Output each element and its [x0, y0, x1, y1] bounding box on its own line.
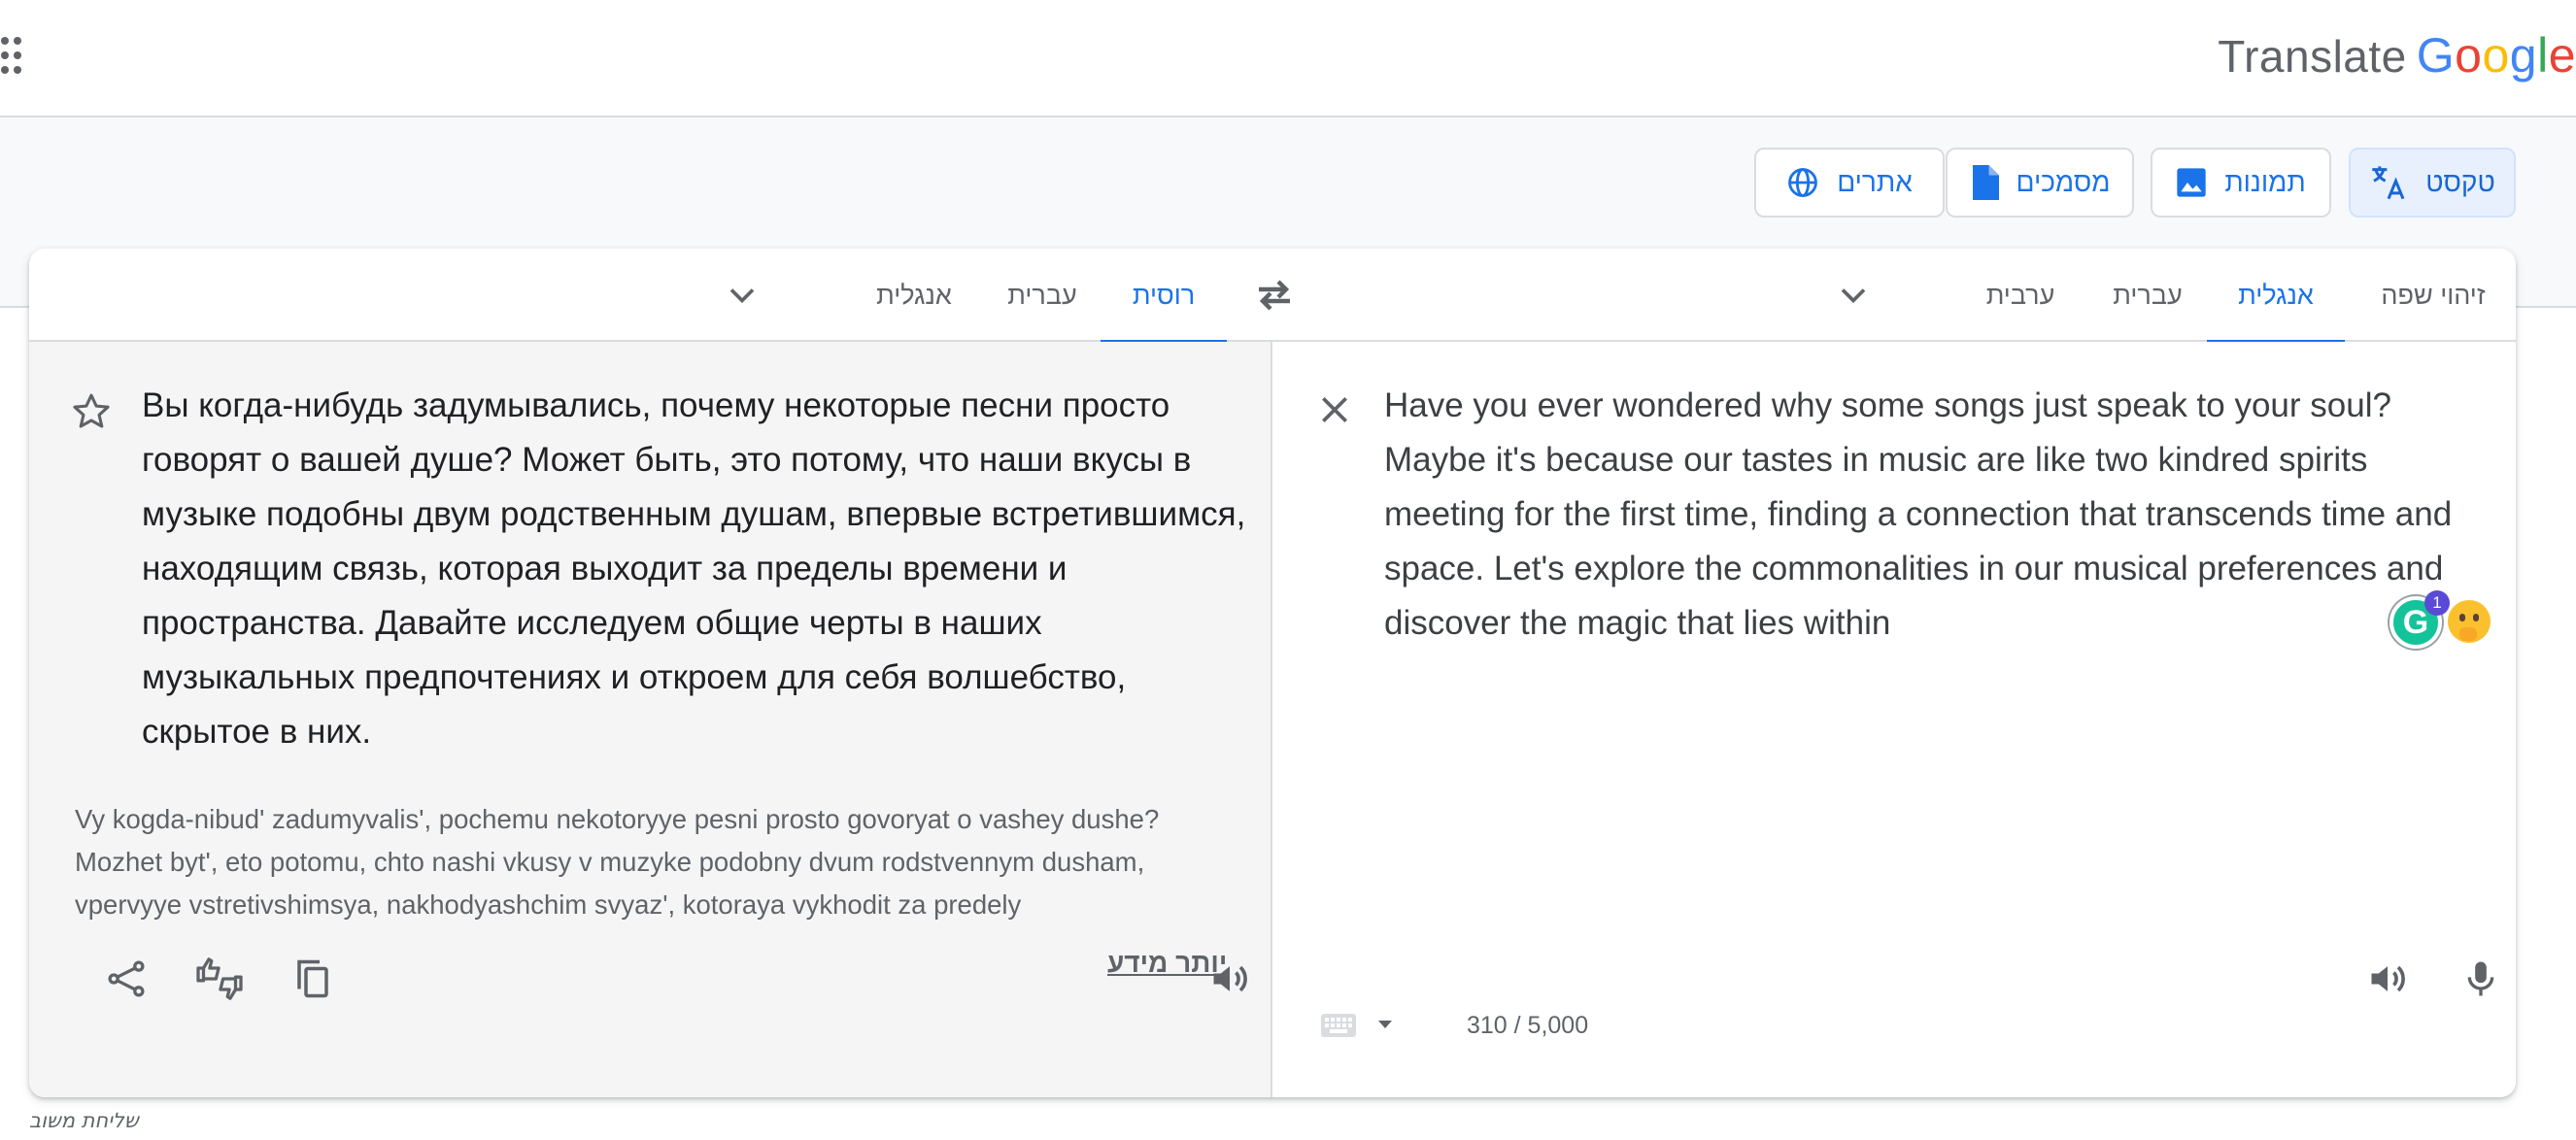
- document-icon: [1972, 165, 1999, 200]
- source-tab-hebrew[interactable]: עברית: [2094, 249, 2201, 342]
- target-more-languages-chevron-icon[interactable]: [721, 274, 763, 317]
- thumbs-up-down-icon: [196, 957, 243, 1000]
- target-tab-english[interactable]: אנגלית: [855, 249, 973, 342]
- text-mode-button[interactable]: טקסט: [2349, 148, 2516, 218]
- character-counter: 310 / 5,000: [1467, 1012, 1589, 1039]
- listen-source-button[interactable]: [2362, 954, 2413, 1004]
- images-mode-label: תמונות: [2224, 167, 2306, 197]
- target-tab-hebrew[interactable]: עברית: [991, 249, 1094, 342]
- source-pane: Have you ever wondered why some songs ju…: [1272, 342, 2516, 1097]
- language-bar: אנגלית עברית רוסית ערבית עברית אנגלית זי…: [29, 249, 2516, 344]
- star-save-icon[interactable]: [70, 390, 113, 433]
- images-mode-button[interactable]: תמונות: [2151, 148, 2331, 218]
- documents-mode-label: מסמכים: [2016, 167, 2111, 197]
- grammarly-suggestion-badge: 1: [2424, 590, 2450, 616]
- share-icon: [108, 960, 145, 997]
- transliteration-text: Vy kogda-nibud' zadumyvalis', pochemu ne…: [75, 804, 1160, 920]
- translation-card: אנגלית עברית רוסית ערבית עברית אנגלית זי…: [29, 249, 2516, 1097]
- copy-icon: [297, 959, 328, 998]
- translation-output: Вы когда-нибудь задумывались, почему нек…: [142, 386, 1246, 751]
- share-button[interactable]: [101, 954, 152, 1004]
- documents-mode-button[interactable]: מסמכים: [1946, 148, 2134, 218]
- brand-translate-text: Translate: [2218, 31, 2407, 82]
- microphone-icon: [2467, 961, 2494, 996]
- translation-pane: Вы когда-нибудь задумывались, почему нек…: [29, 342, 1272, 1097]
- source-more-languages-chevron-icon[interactable]: [1832, 274, 1875, 317]
- translate-page: Translate Google אתרים מסמכים תמונות טקס…: [0, 0, 2576, 1140]
- source-tab-english[interactable]: אנגלית: [2207, 249, 2345, 344]
- target-tab-russian[interactable]: רוסית: [1101, 249, 1227, 344]
- source-text-input[interactable]: Have you ever wondered why some songs ju…: [1384, 379, 2472, 651]
- swap-languages-icon[interactable]: [1249, 272, 1300, 319]
- source-tab-detect-language[interactable]: זיהוי שפה: [2360, 249, 2506, 342]
- keyboard-dropdown-chevron-down-icon[interactable]: [1377, 1020, 1393, 1029]
- speaker-icon: [2371, 965, 2405, 992]
- websites-mode-label: אתרים: [1837, 167, 1913, 197]
- globe-icon: [1788, 168, 1818, 197]
- keyboard-icon[interactable]: [1321, 1014, 1356, 1037]
- voice-input-button[interactable]: [2456, 954, 2506, 1004]
- text-mode-label: טקסט: [2425, 167, 2495, 197]
- top-header: Translate Google: [0, 0, 2576, 117]
- clear-text-icon[interactable]: [1315, 390, 1354, 429]
- brand-logo[interactable]: Translate Google: [2218, 27, 2576, 85]
- source-tab-arabic[interactable]: ערבית: [1962, 249, 2079, 342]
- emoji-hand-decoration: [2459, 627, 2477, 641]
- image-icon: [2177, 168, 2206, 197]
- apps-grid-icon[interactable]: [0, 35, 21, 76]
- send-feedback-link[interactable]: שליחת משוב: [29, 1109, 139, 1132]
- google-wordmark: Google: [2416, 28, 2576, 83]
- copy-button[interactable]: [288, 954, 338, 1004]
- listen-translation-button[interactable]: [1204, 954, 1255, 1004]
- translate-icon: [2372, 166, 2405, 200]
- websites-mode-button[interactable]: אתרים: [1754, 148, 1945, 218]
- rate-translation-button[interactable]: [194, 954, 245, 1004]
- speaker-icon: [1213, 965, 1247, 992]
